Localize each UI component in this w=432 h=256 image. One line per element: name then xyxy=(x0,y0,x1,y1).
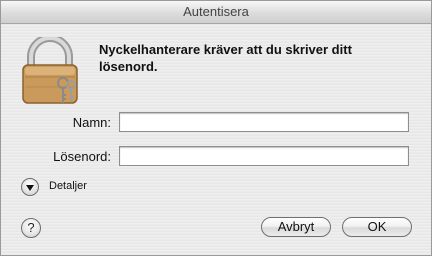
lock-icon xyxy=(22,37,78,104)
disclosure-triangle-icon xyxy=(26,185,34,191)
name-label: Namn: xyxy=(72,115,111,130)
password-label: Lösenord: xyxy=(53,149,111,164)
details-label[interactable]: Detaljer xyxy=(49,180,87,192)
details-disclosure-button[interactable] xyxy=(21,178,39,196)
password-field[interactable] xyxy=(119,146,409,166)
window-title: Autentisera xyxy=(1,1,431,24)
auth-dialog: Autentisera Nyckelhanterare kräver att d… xyxy=(0,0,432,256)
ok-button[interactable]: OK xyxy=(342,217,412,237)
dialog-message: Nyckelhanterare kräver att du skriver di… xyxy=(99,42,352,74)
name-field[interactable] xyxy=(119,112,409,132)
cancel-button[interactable]: Avbryt xyxy=(261,217,331,237)
help-button[interactable]: ? xyxy=(21,218,41,238)
